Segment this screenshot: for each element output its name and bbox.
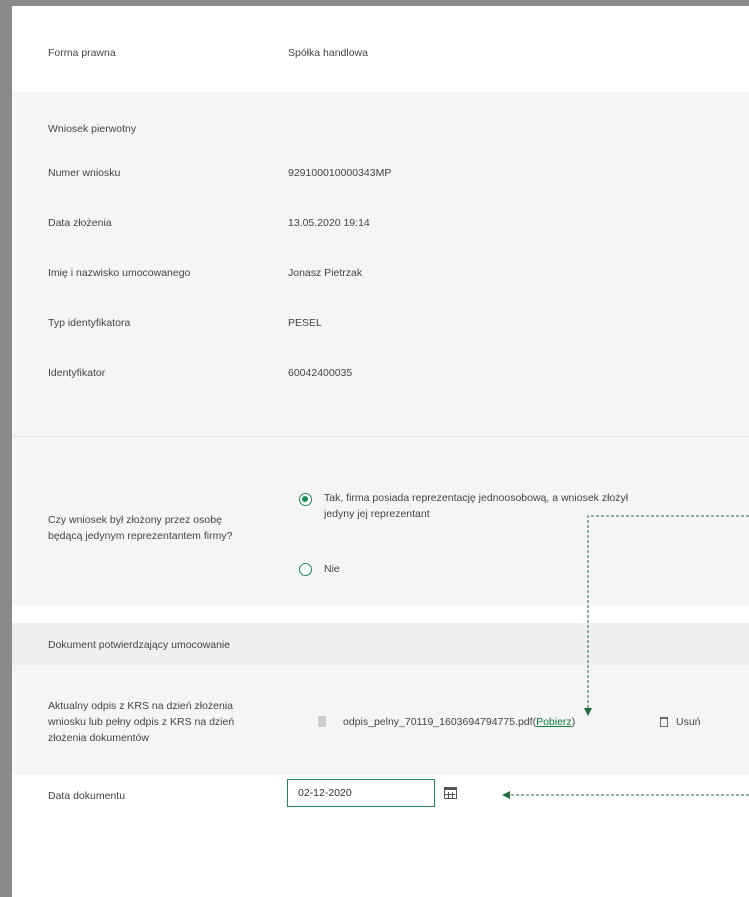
field-label: Numer wniosku <box>48 167 121 179</box>
field-label: Identyfikator <box>48 367 106 379</box>
original-application-section: Wniosek pierwotny Numer wniosku 92910001… <box>12 92 749 436</box>
radio-no[interactable] <box>299 563 312 576</box>
field-row: Imię i nazwisko umocowanego Jonasz Pietr… <box>12 266 749 306</box>
field-value: 13.05.2020 19:14 <box>288 217 370 229</box>
document-date-label: Data dokumentu <box>48 790 126 802</box>
field-row: Numer wniosku 929100010000343MP <box>12 166 749 206</box>
field-row: Identyfikator 60042400035 <box>12 366 749 406</box>
original-application-header: Wniosek pierwotny <box>12 92 749 150</box>
field-value: PESEL <box>288 317 322 329</box>
calendar-icon[interactable] <box>444 787 457 799</box>
field-label: Imię i nazwisko umocowanego <box>48 267 191 279</box>
legal-form-value: Spółka handlowa <box>288 47 368 59</box>
field-value: Jonasz Pietrzak <box>288 267 363 279</box>
document-date-input[interactable] <box>287 779 435 807</box>
file-name: odpis_pelny_70119_1603694794775.pdf <box>343 716 533 728</box>
document-section-header: Dokument potwierdzający umocowanie <box>12 623 749 665</box>
file-icon <box>318 716 326 727</box>
radio-yes[interactable] <box>299 493 312 506</box>
download-link[interactable]: Pobierz <box>536 716 572 728</box>
delete-link[interactable]: Usuń <box>676 715 701 729</box>
form-page: Forma prawna Spółka handlowa Wniosek pie… <box>12 6 749 897</box>
download-close-paren: ) <box>571 716 576 728</box>
question-label-line2: będącą jedynym reprezentantem firmy? <box>48 530 233 542</box>
field-label: Typ identyfikatora <box>48 317 131 329</box>
section-title-original-application: Wniosek pierwotny <box>48 123 137 135</box>
legal-form-row: Forma prawna Spółka handlowa <box>12 6 749 92</box>
field-label: Data złożenia <box>48 217 112 229</box>
krs-label-line2: wniosku lub pełny odpis z KRS na dzień <box>48 716 235 728</box>
document-date-row: Data dokumentu <box>12 775 749 897</box>
original-application-fields: Numer wniosku 929100010000343MP Data zło… <box>12 150 749 436</box>
radio-yes-label-line1[interactable]: Tak, firma posiada reprezentację jednoos… <box>324 491 628 506</box>
field-value: 929100010000343MP <box>288 167 392 179</box>
krs-label-line3: złożenia dokumentów <box>48 732 149 744</box>
file-name-group: odpis_pelny_70119_1603694794775.pdf(Pobi… <box>343 715 575 729</box>
representation-question: Czy wniosek był złożony przez osobę będą… <box>12 437 749 605</box>
radio-no-label[interactable]: Nie <box>324 562 340 577</box>
krs-label-line1: Aktualny odpis z KRS na dzień złożenia <box>48 700 234 712</box>
field-row: Data złożenia 13.05.2020 19:14 <box>12 216 749 256</box>
field-value: 60042400035 <box>288 367 353 379</box>
question-label-line1: Czy wniosek był złożony przez osobę <box>48 514 222 526</box>
field-row: Typ identyfikatora PESEL <box>12 316 749 356</box>
trash-icon[interactable] <box>660 717 668 727</box>
section-title-document: Dokument potwierdzający umocowanie <box>48 639 231 651</box>
radio-yes-label-line2[interactable]: jedyny jej reprezentant <box>324 507 430 522</box>
krs-document-row: Aktualny odpis z KRS na dzień złożenia w… <box>12 665 749 775</box>
legal-form-label: Forma prawna <box>48 47 116 59</box>
